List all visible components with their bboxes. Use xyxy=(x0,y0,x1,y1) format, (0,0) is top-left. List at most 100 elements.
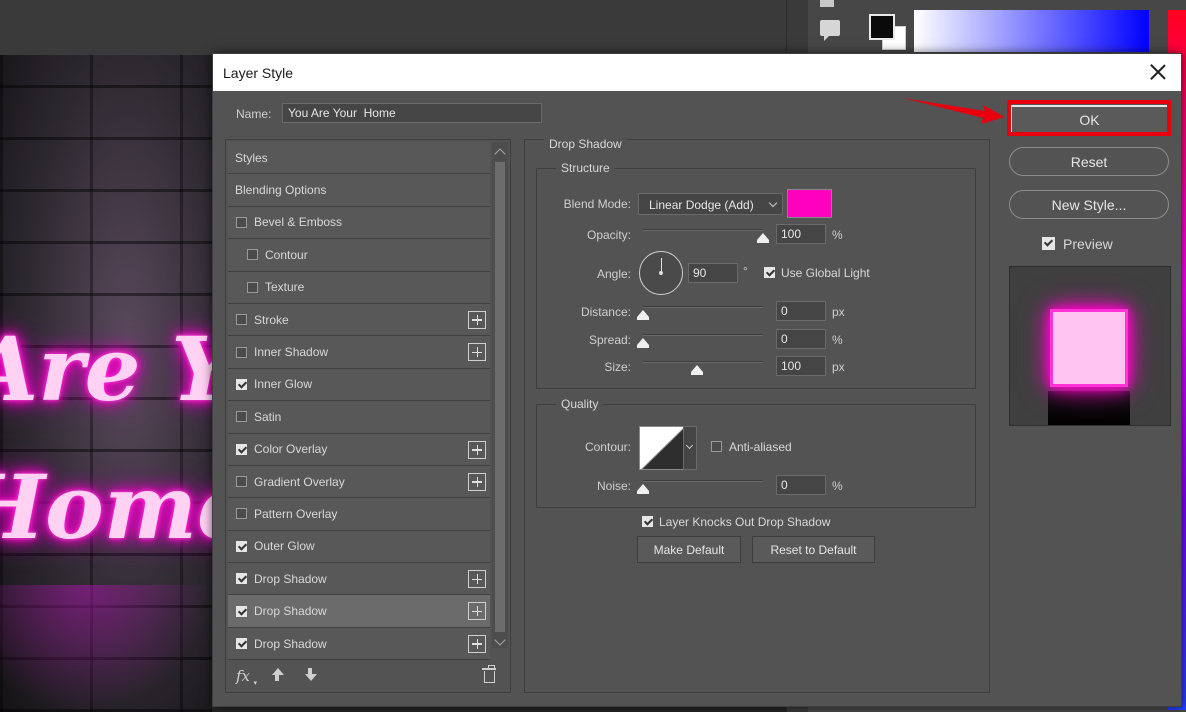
style-item-checkbox[interactable] xyxy=(247,281,258,293)
style-item-drop-shadow[interactable]: Drop Shadow xyxy=(228,595,490,628)
move-effect-down-icon[interactable] xyxy=(304,668,318,684)
reset-to-default-button[interactable]: Reset to Default xyxy=(752,536,875,563)
new-style-button[interactable]: New Style... xyxy=(1009,190,1169,219)
style-item-checkbox[interactable] xyxy=(236,443,247,455)
style-item-inner-glow[interactable]: Inner Glow xyxy=(228,368,490,402)
chevron-down-icon xyxy=(768,198,778,208)
anti-aliased-checkbox[interactable] xyxy=(711,441,722,452)
style-item-checkbox[interactable] xyxy=(247,249,258,261)
style-item-checkbox[interactable] xyxy=(236,508,247,520)
style-item-checkbox[interactable] xyxy=(236,605,247,617)
scroll-down-icon[interactable] xyxy=(494,634,506,646)
angle-input[interactable] xyxy=(688,263,738,283)
shadow-color-swatch[interactable] xyxy=(787,189,832,218)
size-input[interactable] xyxy=(776,356,826,376)
distance-slider[interactable] xyxy=(637,306,763,320)
contour-preset-picker[interactable] xyxy=(639,426,684,470)
noise-slider-thumb[interactable] xyxy=(637,484,649,494)
angle-label: Angle: xyxy=(596,267,631,281)
style-item-inner-shadow[interactable]: Inner Shadow xyxy=(228,336,490,369)
fx-icon[interactable]: fx xyxy=(236,667,257,687)
style-item-gradient-overlay[interactable]: Gradient Overlay xyxy=(228,465,490,499)
style-item-drop-shadow[interactable]: Drop Shadow xyxy=(228,563,490,596)
comment-icon[interactable] xyxy=(820,20,840,41)
distance-input[interactable] xyxy=(776,301,826,321)
size-slider[interactable] xyxy=(643,361,763,375)
spread-slider[interactable] xyxy=(637,334,763,348)
angle-unit: ° xyxy=(743,264,748,278)
preview-checkbox[interactable] xyxy=(1042,237,1055,250)
contour-dropdown-button[interactable] xyxy=(683,426,697,470)
layer-name-input[interactable] xyxy=(282,103,542,123)
anti-aliased-label: Anti-aliased xyxy=(729,440,792,454)
noise-slider[interactable] xyxy=(637,480,763,494)
spread-label: Spread: xyxy=(588,333,631,347)
preview-label: Preview xyxy=(1063,236,1113,252)
dialog-titlebar[interactable]: Layer Style xyxy=(213,54,1181,91)
panel-arrow-icon[interactable] xyxy=(820,0,834,7)
size-slider-thumb[interactable] xyxy=(691,365,703,375)
style-item-satin[interactable]: Satin xyxy=(228,401,490,434)
style-item-checkbox[interactable] xyxy=(236,411,247,423)
angle-dial[interactable] xyxy=(639,251,683,295)
opacity-slider-thumb[interactable] xyxy=(757,233,769,243)
style-item-label: Outer Glow xyxy=(254,539,315,554)
close-icon[interactable] xyxy=(1149,63,1167,81)
document-canvas[interactable]: Are Yo Home xyxy=(0,55,212,712)
distance-slider-thumb[interactable] xyxy=(637,310,649,320)
blend-mode-select[interactable]: Linear Dodge (Add) xyxy=(638,193,783,215)
noise-input[interactable] xyxy=(776,475,826,495)
style-item-drop-shadow[interactable]: Drop Shadow xyxy=(228,627,490,661)
styles-list-panel: Styles Blending Options Bevel & Emboss Cont… xyxy=(225,139,511,693)
style-item-pattern-overlay[interactable]: Pattern Overlay xyxy=(228,498,490,531)
trash-icon[interactable] xyxy=(482,665,496,683)
style-item-checkbox[interactable] xyxy=(236,314,247,326)
style-item-stroke[interactable]: Stroke xyxy=(228,303,490,337)
opacity-input[interactable] xyxy=(776,224,826,244)
style-item-checkbox[interactable] xyxy=(236,573,247,585)
spread-input[interactable] xyxy=(776,329,826,349)
contour-label: Contour: xyxy=(584,440,631,454)
make-default-button[interactable]: Make Default xyxy=(637,536,741,563)
preview-shadow xyxy=(1048,391,1130,425)
annotation-arrow-icon xyxy=(903,98,1005,124)
add-effect-plus-icon[interactable] xyxy=(468,634,486,653)
spread-slider-thumb[interactable] xyxy=(637,338,649,348)
style-item-contour[interactable]: Contour xyxy=(228,239,490,272)
style-item-checkbox[interactable] xyxy=(236,346,247,358)
style-item-checkbox[interactable] xyxy=(236,476,247,488)
add-effect-plus-icon[interactable] xyxy=(468,602,486,621)
opacity-slider[interactable] xyxy=(643,229,769,243)
add-effect-plus-icon[interactable] xyxy=(468,570,486,589)
style-item-label: Stroke xyxy=(254,312,289,327)
styles-scrollbar[interactable] xyxy=(492,142,508,648)
layer-knocks-out-checkbox[interactable] xyxy=(642,516,653,527)
color-spectrum-field[interactable] xyxy=(914,10,1149,52)
style-item-checkbox[interactable] xyxy=(236,216,247,228)
scroll-up-icon[interactable] xyxy=(494,148,506,160)
style-item-checkbox[interactable] xyxy=(236,540,247,552)
move-effect-up-icon[interactable] xyxy=(271,668,285,684)
style-item-styles[interactable]: Styles xyxy=(228,142,490,175)
style-item-checkbox[interactable] xyxy=(236,378,247,390)
style-item-label: Texture xyxy=(265,280,305,295)
style-item-label: Contour xyxy=(265,247,308,262)
style-item-outer-glow[interactable]: Outer Glow xyxy=(228,530,490,564)
style-preview-thumbnail xyxy=(1009,266,1171,426)
ok-button[interactable]: OK xyxy=(1010,105,1169,134)
add-effect-plus-icon[interactable] xyxy=(468,472,486,491)
foreground-color-swatch[interactable] xyxy=(869,14,895,40)
add-effect-plus-icon[interactable] xyxy=(468,440,486,459)
style-item-color-overlay[interactable]: Color Overlay xyxy=(228,433,490,466)
reset-button[interactable]: Reset xyxy=(1009,147,1169,176)
add-effect-plus-icon[interactable] xyxy=(468,310,486,329)
blend-mode-label: Blend Mode: xyxy=(563,197,631,211)
style-item-label: Styles xyxy=(235,150,268,165)
style-item-bevel-emboss[interactable]: Bevel & Emboss xyxy=(228,206,490,240)
add-effect-plus-icon[interactable] xyxy=(468,343,486,362)
style-item-texture[interactable]: Texture xyxy=(228,271,490,304)
style-item-blending-options[interactable]: Blending Options xyxy=(228,174,490,207)
style-item-checkbox[interactable] xyxy=(236,638,247,650)
scroll-thumb[interactable] xyxy=(495,162,505,632)
use-global-light-checkbox[interactable] xyxy=(764,267,775,278)
